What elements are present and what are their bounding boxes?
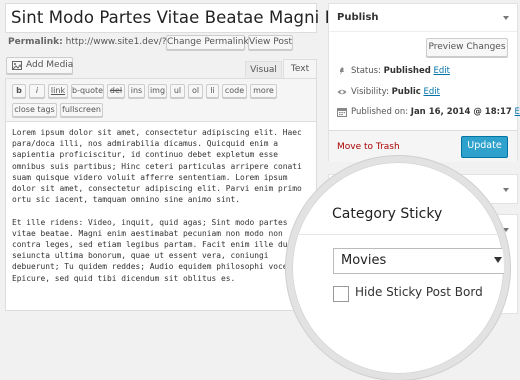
visibility-value: Public [391,87,421,97]
calendar-icon [337,108,347,117]
permalink-row: Permalink: http://www.site1.dev/?p=7 [8,35,186,51]
status-value: Published [383,66,431,76]
add-media-button[interactable]: Add Media [6,57,73,74]
quicktag-close-tags-button[interactable]: close tags [12,103,57,117]
quicktag-more-button[interactable]: more [250,84,277,98]
category-select[interactable]: Movies [333,248,504,274]
permalink-label: Permalink: [8,37,63,47]
toggle-arrow-icon[interactable] [503,16,509,20]
post-title-field[interactable]: Sint Modo Partes Vitae Beatae Magni Enim [5,3,367,33]
editor-content[interactable]: Lorem ipsum dolor sit amet, consectetur … [12,127,302,284]
preview-changes-button[interactable]: Preview Changes [426,38,508,57]
status-row: Status: Published Edit [337,66,450,76]
visibility-row: Visibility: Public Edit [337,87,440,97]
visibility-label: Visibility: [351,87,389,97]
publish-box-title: Publish [337,12,379,23]
eye-icon [337,89,347,95]
status-label: Status: [351,66,381,76]
published-row: Published on: Jan 16, 2014 @ 18:17 Edit [337,107,520,117]
update-button[interactable]: Update [461,136,508,158]
quicktag-li-button[interactable]: li [206,84,219,98]
move-to-trash-link[interactable]: Move to Trash [337,142,400,152]
view-post-button[interactable]: View Post [248,35,293,50]
quicktag-fullscreen-button[interactable]: fullscreen [60,103,103,117]
published-label: Published on: [351,107,409,117]
quicktag-ins-button[interactable]: ins [128,84,145,98]
media-icon [12,61,22,70]
quicktag-link-button[interactable]: link [48,84,68,98]
quicktag-italic-button[interactable]: i [29,84,45,98]
publish-box: Publish Preview Changes Status: Publishe… [328,3,520,162]
chevron-down-icon [494,257,502,263]
post-title-input[interactable]: Sint Modo Partes Vitae Beatae Magni Enim [11,8,367,27]
quicktag-bquote-button[interactable]: b-quote [71,84,104,98]
hide-sticky-border-checkbox[interactable] [333,286,349,302]
quicktags-toolbar: b i link b-quote del ins img ul ol li co… [5,78,317,121]
quicktag-img-button[interactable]: img [148,84,167,98]
published-value: Jan 16, 2014 @ 18:17 [410,107,512,117]
visibility-edit-link[interactable]: Edit [424,87,440,97]
published-edit-link[interactable]: Edit [515,107,520,117]
category-sticky-title: Category Sticky [332,206,443,222]
quicktag-bold-button[interactable]: b [12,84,26,98]
status-edit-link[interactable]: Edit [434,66,450,76]
category-select-value: Movies [341,253,387,268]
add-media-label: Add Media [26,60,74,70]
quicktag-ul-button[interactable]: ul [170,84,185,98]
content-editor[interactable]: Lorem ipsum dolor sit amet, consectetur … [5,121,317,311]
hide-sticky-border-label: Hide Sticky Post Bord [355,285,483,299]
quicktag-code-button[interactable]: code [222,84,247,98]
change-permalinks-button[interactable]: Change Permalinks [166,35,253,50]
divider [292,234,504,235]
quicktag-ol-button[interactable]: ol [188,84,203,98]
quicktag-del-button[interactable]: del [107,84,125,98]
magnifier-callout: Category Sticky Movies Hide Sticky Post … [286,156,510,380]
pin-icon [340,67,344,75]
publish-actions: Move to Trash Update [329,130,517,162]
publish-box-header[interactable]: Publish [329,4,517,32]
tab-text[interactable]: Text [283,59,317,79]
tab-visual[interactable]: Visual [245,61,282,78]
